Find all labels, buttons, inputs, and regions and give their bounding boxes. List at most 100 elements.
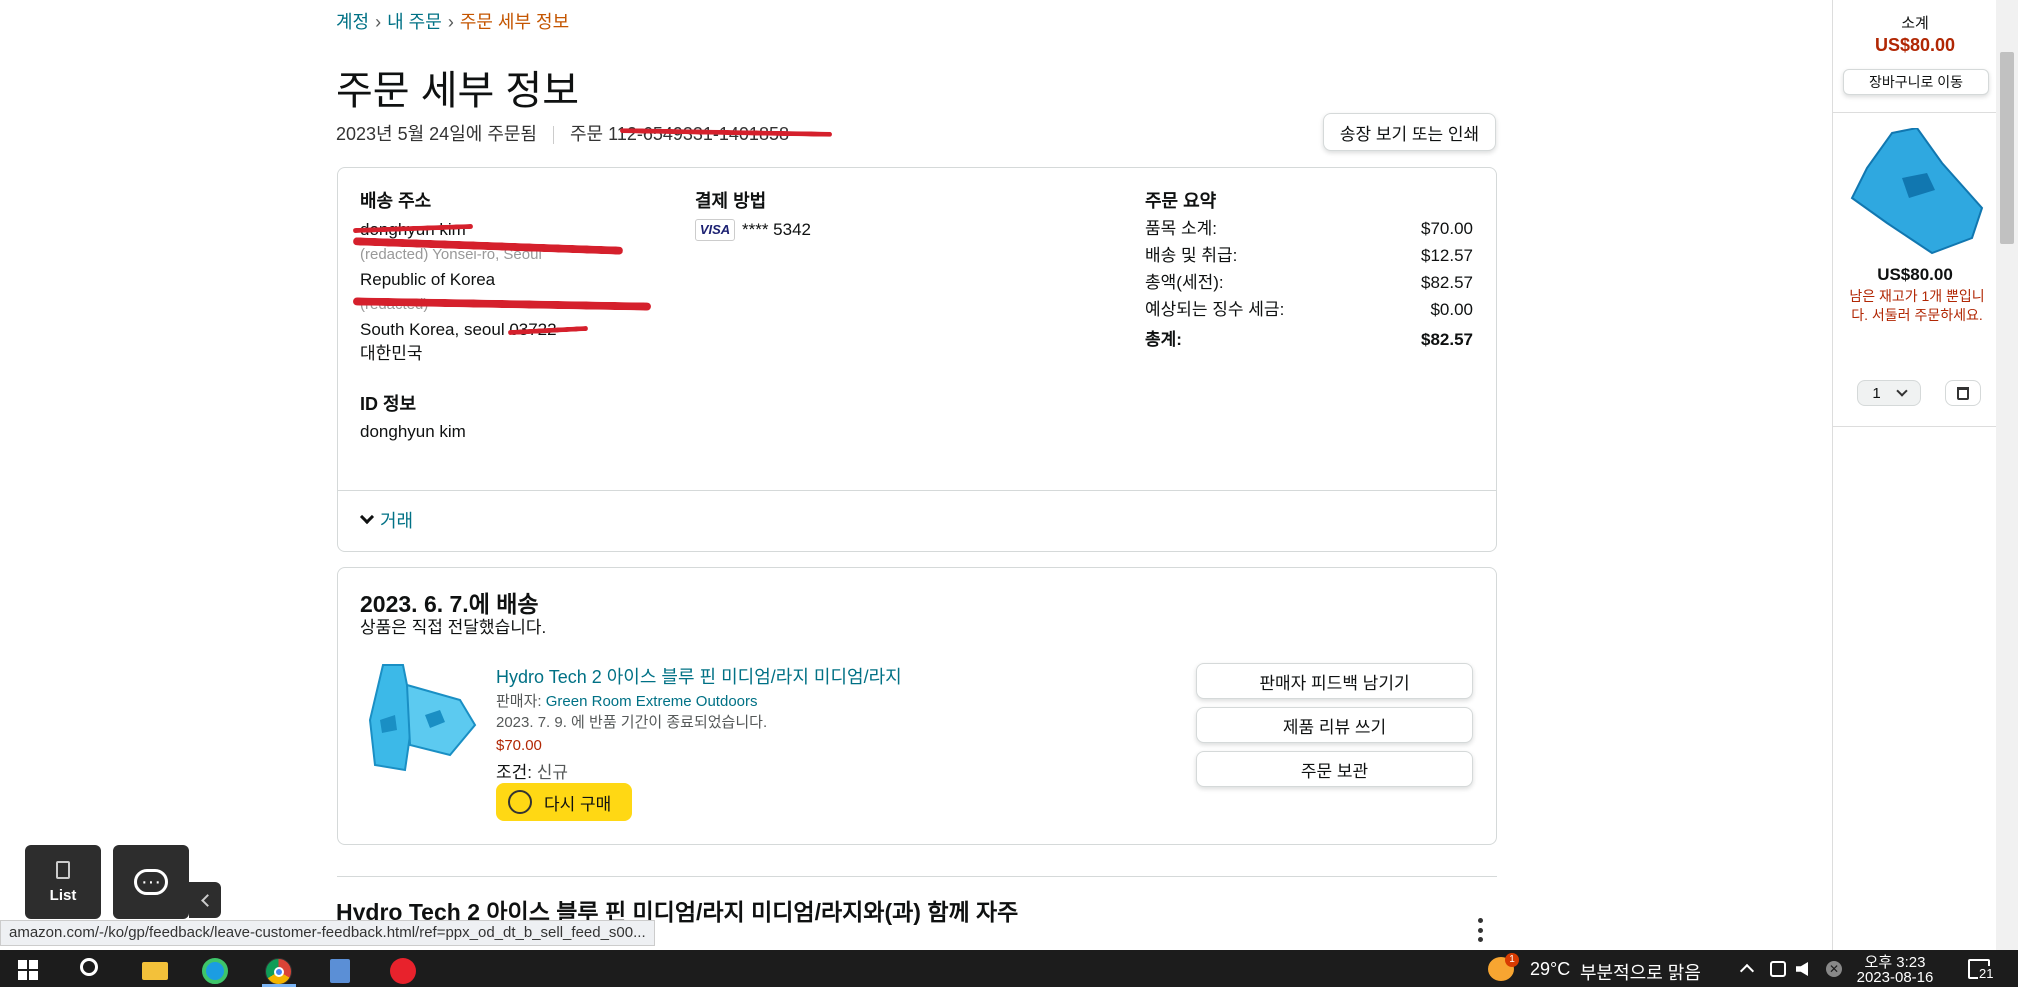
divider xyxy=(1833,112,1997,113)
shipping-heading: 배송 주소 xyxy=(360,191,432,211)
delivery-sub: 상품은 직접 전달했습니다. xyxy=(360,618,547,637)
windows-tile xyxy=(18,971,27,980)
product-price: $70.00 xyxy=(496,737,542,754)
summary-row: 배송 및 취급: $12.57 xyxy=(1145,242,1473,269)
chrome-icon[interactable] xyxy=(265,958,292,985)
search-icon[interactable] xyxy=(80,958,98,976)
subtotal-label: 소계 xyxy=(1901,15,1929,32)
media-player-icon[interactable] xyxy=(390,958,416,984)
summary-value: $70.00 xyxy=(1421,219,1473,238)
card-number: **** 5342 xyxy=(742,220,812,239)
summary-label: 배송 및 취급: xyxy=(1145,246,1238,265)
transactions-label: 거래 xyxy=(380,511,414,531)
breadcrumb-separator: › xyxy=(375,12,382,32)
product-title-link[interactable]: Hydro Tech 2 아이스 블루 핀 미디엄/라지 미디엄/라지 xyxy=(496,663,902,689)
windows-start-icon[interactable] xyxy=(18,960,38,980)
taskbar: 1 29°C 부분적으로 맑음 ✕ 오후 3:23 2023-08-16 21 xyxy=(0,950,2018,987)
identity-heading: ID 정보 xyxy=(360,394,417,414)
dot xyxy=(1478,918,1483,923)
document-icon xyxy=(56,860,70,879)
write-review-button[interactable]: 제품 리뷰 쓰기 xyxy=(1196,707,1473,743)
summary-row: 품목 소계: $70.00 xyxy=(1145,215,1473,242)
return-note: 2023. 7. 9. 에 반품 기간이 종료되었습니다. xyxy=(496,714,768,731)
network-icon[interactable] xyxy=(1770,961,1786,977)
divider xyxy=(1833,426,1997,427)
windows-tile xyxy=(18,960,27,969)
condition-line: 조건: 신규 xyxy=(496,758,568,783)
delivery-heading: 2023. 6. 7.에 배송 xyxy=(360,591,539,617)
condition-label: 조건: xyxy=(496,763,537,782)
file-explorer-icon[interactable] xyxy=(142,962,168,980)
status-url: amazon.com/-/ko/gp/feedback/leave-custom… xyxy=(0,920,655,946)
shipping-country-ko: 대한민국 xyxy=(360,344,423,363)
visa-icon: VISA xyxy=(695,219,735,241)
weather-text[interactable]: 부분적으로 맑음 xyxy=(1580,959,1701,985)
cart-item-image[interactable] xyxy=(1847,126,1987,256)
scrollbar[interactable] xyxy=(1996,0,2018,950)
weather-temp[interactable]: 29°C xyxy=(1530,959,1570,980)
product-image[interactable] xyxy=(365,660,480,775)
invoice-button[interactable]: 송장 보기 또는 인쇄 xyxy=(1323,113,1496,151)
summary-heading: 주문 요약 xyxy=(1145,191,1217,211)
chevron-left-icon xyxy=(200,893,214,907)
dot xyxy=(1478,937,1483,942)
seller-line: 판매자: Green Room Extreme Outdoors xyxy=(496,690,758,711)
summary-label: 예상되는 징수 세금: xyxy=(1145,300,1285,319)
summary-rows: 품목 소계: $70.00 배송 및 취급: $12.57 총액(세전): $82.5… xyxy=(1145,215,1473,353)
quantity-value: 1 xyxy=(1872,384,1881,402)
archive-order-button[interactable]: 주문 보관 xyxy=(1196,751,1473,787)
delete-button[interactable] xyxy=(1945,380,1981,406)
order-number-label: 주문 xyxy=(570,124,604,144)
page-title: 주문 세부 정보 xyxy=(336,69,580,113)
payment-heading: 결제 방법 xyxy=(695,191,767,211)
list-button[interactable]: List xyxy=(25,845,101,919)
divider xyxy=(337,876,1497,877)
breadcrumb-orders[interactable]: 내 주문 xyxy=(387,12,442,32)
chat-button[interactable]: ··· xyxy=(113,845,189,919)
divider xyxy=(338,490,1496,491)
volume-icon[interactable] xyxy=(1796,962,1808,976)
breadcrumb: 계정 › 내 주문 › 주문 세부 정보 xyxy=(336,8,569,34)
collapse-button[interactable] xyxy=(189,882,221,918)
shipping-country: Republic of Korea xyxy=(360,270,496,289)
identity-name: donghyun kim xyxy=(360,422,466,441)
windows-tile xyxy=(29,960,38,969)
clock-date[interactable]: 2023-08-16 xyxy=(1855,969,1935,986)
order-date: 2023년 5월 24일에 주문됨 xyxy=(336,124,537,144)
trash-icon xyxy=(1957,386,1969,400)
buy-again-label: 다시 구매 xyxy=(544,794,612,814)
summary-label: 총액(세전): xyxy=(1145,273,1224,292)
close-icon[interactable]: ✕ xyxy=(1826,961,1842,977)
chat-icon: ··· xyxy=(134,869,168,895)
weather-badge: 1 xyxy=(1505,953,1519,967)
stock-note: 남은 재고가 1개 뿐입니다. 서둘러 주문하세요. xyxy=(1849,288,1985,323)
chrome-center xyxy=(274,967,284,977)
seller-feedback-button[interactable]: 판매자 피드백 남기기 xyxy=(1196,663,1473,699)
calculator-icon[interactable] xyxy=(330,959,350,983)
summary-total-value: $82.57 xyxy=(1421,330,1473,349)
summary-total-row: 총계: $82.57 xyxy=(1145,326,1473,353)
go-to-cart-button[interactable]: 장바구니로 이동 xyxy=(1843,69,1989,95)
breadcrumb-account[interactable]: 계정 xyxy=(336,12,369,32)
notification-count: 21 xyxy=(1978,966,1995,981)
buy-again-button[interactable]: 다시 구매 xyxy=(496,783,632,821)
summary-row: 총액(세전): $82.57 xyxy=(1145,269,1473,296)
chevron-up-icon[interactable] xyxy=(1739,963,1755,979)
transactions-toggle[interactable]: 거래 xyxy=(359,507,414,533)
summary-value: $0.00 xyxy=(1430,300,1473,319)
summary-value: $12.57 xyxy=(1421,246,1473,265)
list-label: List xyxy=(49,886,77,904)
summary-row: 예상되는 징수 세금: $0.00 xyxy=(1145,296,1473,323)
breadcrumb-current: 주문 세부 정보 xyxy=(459,12,570,32)
edge-icon[interactable] xyxy=(202,958,228,984)
more-options-icon[interactable] xyxy=(1478,918,1484,942)
breadcrumb-separator: › xyxy=(447,12,454,32)
condition-value: 신규 xyxy=(536,763,569,782)
chevron-down-icon xyxy=(359,509,375,525)
quantity-select[interactable]: 1 xyxy=(1857,380,1921,406)
seller-link[interactable]: Green Room Extreme Outdoors xyxy=(546,693,758,710)
subtotal-value: US$80.00 xyxy=(1874,35,1956,55)
scrollbar-thumb[interactable] xyxy=(2000,52,2014,244)
divider xyxy=(553,126,554,145)
seller-label: 판매자: xyxy=(496,693,546,710)
